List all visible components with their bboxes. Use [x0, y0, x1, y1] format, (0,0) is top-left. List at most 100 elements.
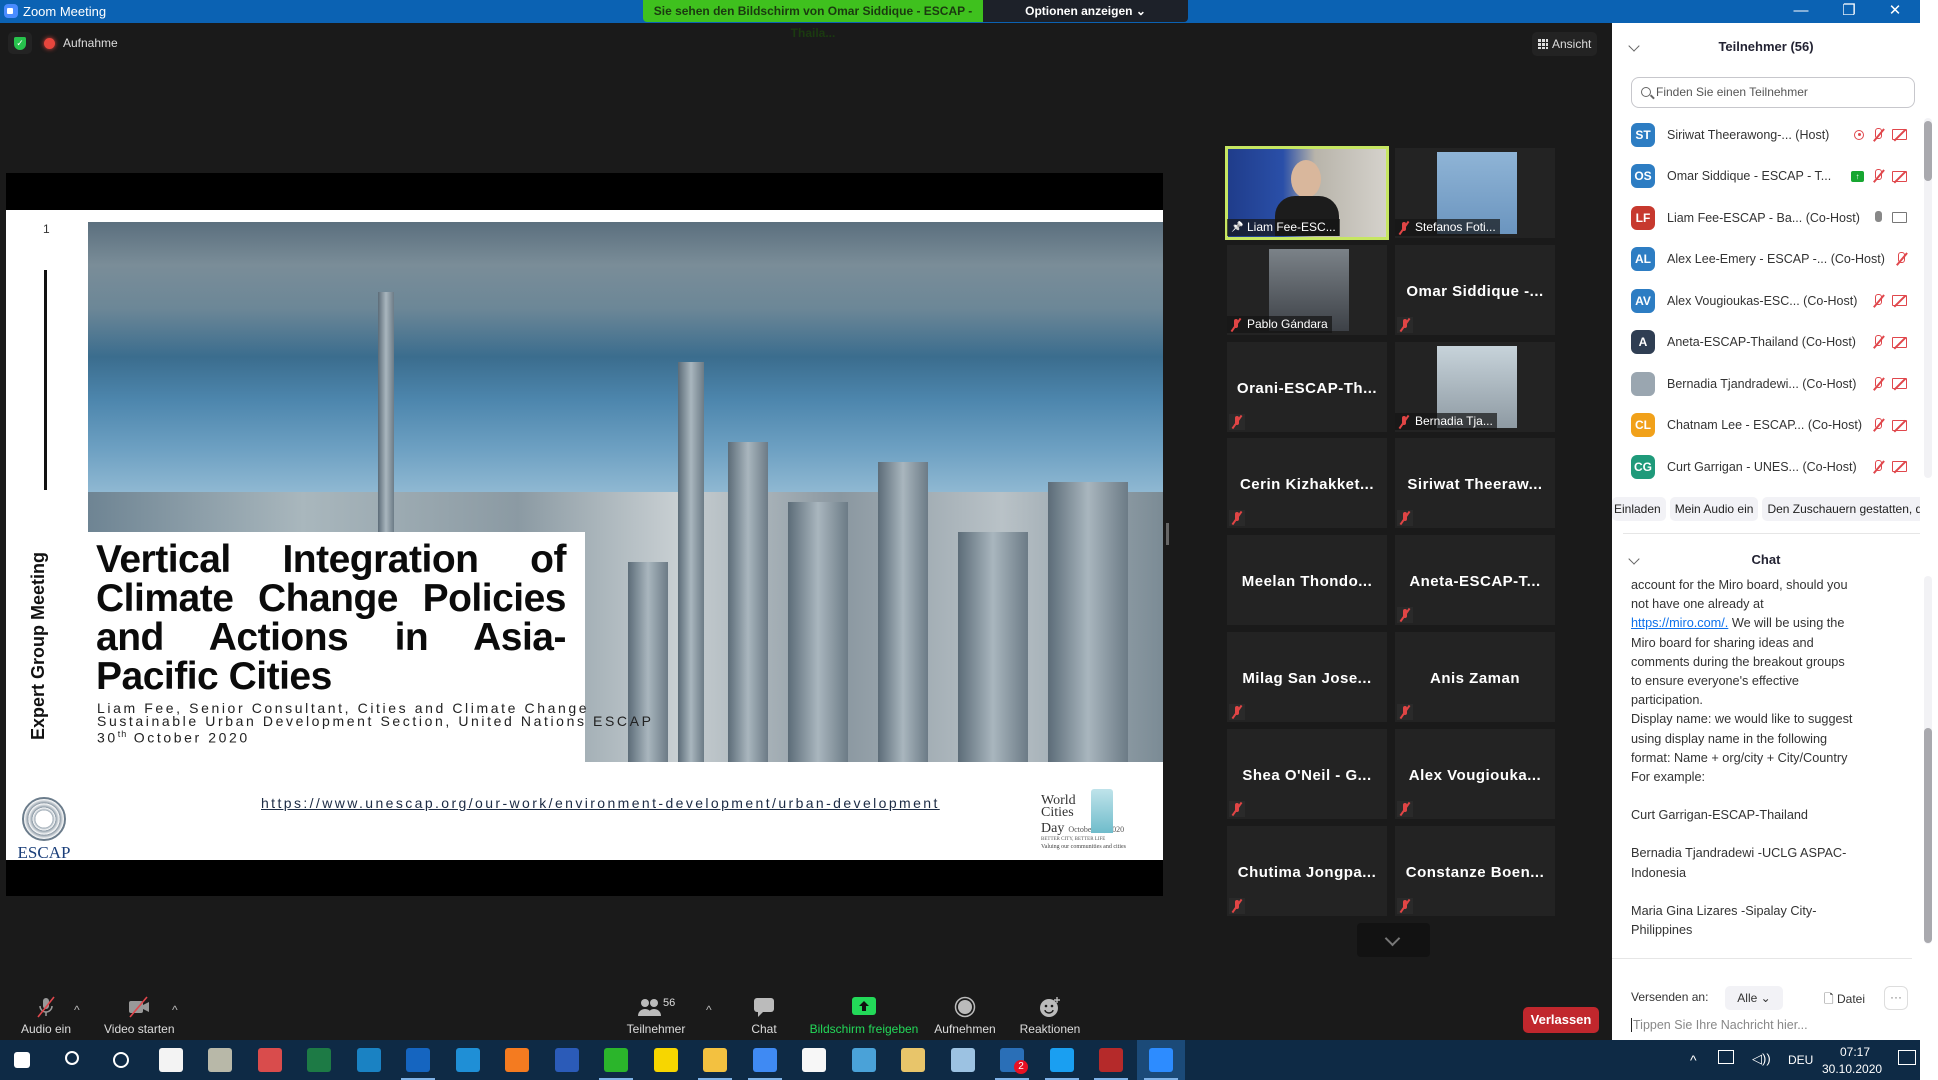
- video-tile[interactable]: Chutima Jongpa...: [1227, 825, 1387, 916]
- notifications-icon[interactable]: [1898, 1050, 1916, 1065]
- camera-off-icon[interactable]: [1892, 295, 1907, 306]
- participant-row[interactable]: LF Liam Fee-ESCAP - Ba... (Co-Host): [1631, 201, 1907, 234]
- camera-off-icon[interactable]: [1892, 419, 1907, 431]
- language-indicator[interactable]: DEU: [1788, 1053, 1813, 1067]
- video-tile[interactable]: 📌 Liam Fee-ESC...: [1225, 146, 1389, 240]
- video-tile[interactable]: Meelan Thondo...: [1227, 535, 1387, 626]
- paint-icon[interactable]: [950, 1048, 975, 1072]
- video-tile[interactable]: Anis Zaman: [1395, 632, 1555, 722]
- participant-row[interactable]: Bernadia Tjandradewi... (Co-Host): [1631, 367, 1907, 400]
- encryption-shield-icon[interactable]: ✓: [8, 32, 32, 54]
- participants-options-caret-icon[interactable]: ^: [706, 1003, 712, 1017]
- firefox-icon[interactable]: [505, 1048, 529, 1072]
- reactions-button[interactable]: Reaktionen: [1018, 996, 1082, 1036]
- muted-microphone-icon[interactable]: [1872, 376, 1884, 391]
- split-resize-handle[interactable]: [1166, 523, 1169, 545]
- participants-button[interactable]: 56 Teilnehmer: [624, 996, 688, 1036]
- minimize-button[interactable]: —: [1778, 0, 1824, 23]
- chat-message-input[interactable]: Tippen Sie Ihre Nachricht hier...: [1631, 1018, 1916, 1032]
- onedrive-folder-icon[interactable]: [901, 1048, 925, 1072]
- camera-off-icon[interactable]: [1892, 336, 1907, 348]
- clock[interactable]: 07:17 30.10.2020: [1822, 1045, 1882, 1076]
- participant-row[interactable]: AV Alex Vougioukas-ESC... (Co-Host): [1631, 284, 1907, 317]
- camera-icon[interactable]: [1892, 212, 1907, 223]
- participant-row[interactable]: CG Curt Garrigan - UNES... (Co-Host): [1631, 450, 1907, 483]
- video-tile[interactable]: Constanze Boen...: [1395, 825, 1555, 916]
- app-5-icon[interactable]: [208, 1048, 232, 1072]
- video-tile[interactable]: Cerin Kizhakket...: [1227, 438, 1387, 529]
- invite-button[interactable]: Einladen: [1612, 497, 1666, 521]
- share-screen-button[interactable]: Bildschirm freigeben: [808, 996, 920, 1036]
- file-button[interactable]: 🗋 Datei: [1824, 990, 1865, 1011]
- search-icon[interactable]: [64, 1051, 79, 1065]
- skype-icon[interactable]: [1049, 1048, 1074, 1072]
- record-button[interactable]: Aufnehmen: [932, 996, 998, 1036]
- close-button[interactable]: ✕: [1872, 0, 1918, 23]
- network-app-icon[interactable]: [851, 1048, 876, 1072]
- miro-link[interactable]: https://miro.com/.: [1631, 616, 1728, 630]
- camera-off-icon[interactable]: [1892, 461, 1907, 472]
- nextcloud-icon[interactable]: [356, 1048, 381, 1072]
- video-tile[interactable]: Bernadia Tja...: [1395, 341, 1555, 432]
- camera-off-icon[interactable]: [1892, 129, 1907, 140]
- camera-off-icon[interactable]: [1892, 378, 1907, 389]
- volume-icon[interactable]: ◁)): [1752, 1051, 1771, 1067]
- allow-attendees-button[interactable]: Den Zuschauern gestatten, di: [1762, 497, 1920, 521]
- video-options-caret-icon[interactable]: ^: [172, 1003, 178, 1017]
- pdf-app-icon[interactable]: [1099, 1048, 1123, 1072]
- restore-button[interactable]: ❐: [1826, 0, 1872, 23]
- snipping-tool-icon[interactable]: [257, 1048, 282, 1072]
- participant-row[interactable]: AL Alex Lee-Emery - ESCAP -... (Co-Host): [1631, 243, 1907, 276]
- file-explorer-icon[interactable]: [703, 1048, 727, 1072]
- audio-button[interactable]: Audio ein: [20, 996, 72, 1036]
- unmute-me-button[interactable]: Mein Audio ein: [1669, 497, 1759, 521]
- view-button[interactable]: Ansicht: [1532, 32, 1598, 56]
- camera-off-icon[interactable]: [1892, 170, 1907, 182]
- chat-button[interactable]: Chat: [748, 996, 780, 1036]
- participant-row[interactable]: ST Siriwat Theerawong-... (Host): [1631, 118, 1907, 151]
- microsoft-store-icon[interactable]: [158, 1048, 183, 1072]
- muted-microphone-icon[interactable]: [1872, 127, 1884, 142]
- chrome-icon[interactable]: [752, 1048, 777, 1072]
- video-tile[interactable]: Shea O'Neil - G...: [1227, 728, 1387, 819]
- audio-options-caret-icon[interactable]: ^: [74, 1003, 80, 1017]
- show-hidden-icons-icon[interactable]: ^: [1690, 1052, 1697, 1068]
- muted-microphone-icon[interactable]: [1872, 418, 1884, 432]
- muted-microphone-icon[interactable]: [1872, 169, 1884, 183]
- video-tile[interactable]: Siriwat Theeraw...: [1395, 438, 1555, 529]
- muted-microphone-icon[interactable]: [1872, 335, 1884, 349]
- leave-meeting-button[interactable]: Verlassen: [1523, 1007, 1599, 1033]
- word-icon[interactable]: [554, 1048, 579, 1072]
- video-tile[interactable]: Orani-ESCAP-Th...: [1227, 341, 1387, 432]
- outlook-icon[interactable]: [406, 1048, 430, 1072]
- participant-row[interactable]: A Aneta-ESCAP-Thailand (Co-Host): [1631, 326, 1907, 359]
- more-options-button[interactable]: ···: [1884, 986, 1908, 1010]
- participant-row[interactable]: OS Omar Siddique - ESCAP - T... ↑: [1631, 160, 1907, 193]
- participant-row[interactable]: CL Chatnam Lee - ESCAP... (Co-Host): [1631, 409, 1907, 442]
- notepad-icon[interactable]: [802, 1048, 826, 1072]
- video-tile[interactable]: Aneta-ESCAP-T...: [1395, 535, 1555, 626]
- chat-scrollbar[interactable]: [1924, 576, 1932, 944]
- kakaotalk-icon[interactable]: [653, 1048, 678, 1072]
- participant-search-input[interactable]: Finden Sie einen Teilnehmer: [1631, 77, 1915, 108]
- video-tile[interactable]: Alex Vougiouka...: [1395, 728, 1555, 819]
- video-tile[interactable]: Stefanos Foti...: [1395, 148, 1555, 238]
- excel-icon[interactable]: [307, 1048, 331, 1072]
- send-to-dropdown[interactable]: Alle ⌄: [1725, 986, 1783, 1010]
- network-icon[interactable]: [1718, 1050, 1734, 1064]
- participant-list-scrollbar[interactable]: [1924, 118, 1932, 478]
- video-tile[interactable]: Milag San Jose...: [1227, 632, 1387, 722]
- gallery-next-page-button[interactable]: [1357, 923, 1430, 957]
- edge-icon[interactable]: [455, 1048, 480, 1072]
- wechat-icon[interactable]: [604, 1048, 628, 1072]
- muted-microphone-icon[interactable]: [1872, 293, 1884, 308]
- windows-start-icon[interactable]: [14, 1052, 30, 1068]
- cortana-icon[interactable]: [113, 1052, 129, 1068]
- view-options-button[interactable]: Optionen anzeigen ⌄: [983, 0, 1188, 22]
- video-tile[interactable]: Omar Siddique -...: [1395, 244, 1555, 335]
- muted-microphone-icon[interactable]: [1895, 252, 1907, 266]
- video-tile[interactable]: Pablo Gándara: [1227, 244, 1387, 335]
- zoom-icon[interactable]: [1148, 1048, 1173, 1072]
- muted-microphone-icon[interactable]: [1872, 459, 1884, 474]
- video-button[interactable]: Video starten: [104, 996, 175, 1036]
